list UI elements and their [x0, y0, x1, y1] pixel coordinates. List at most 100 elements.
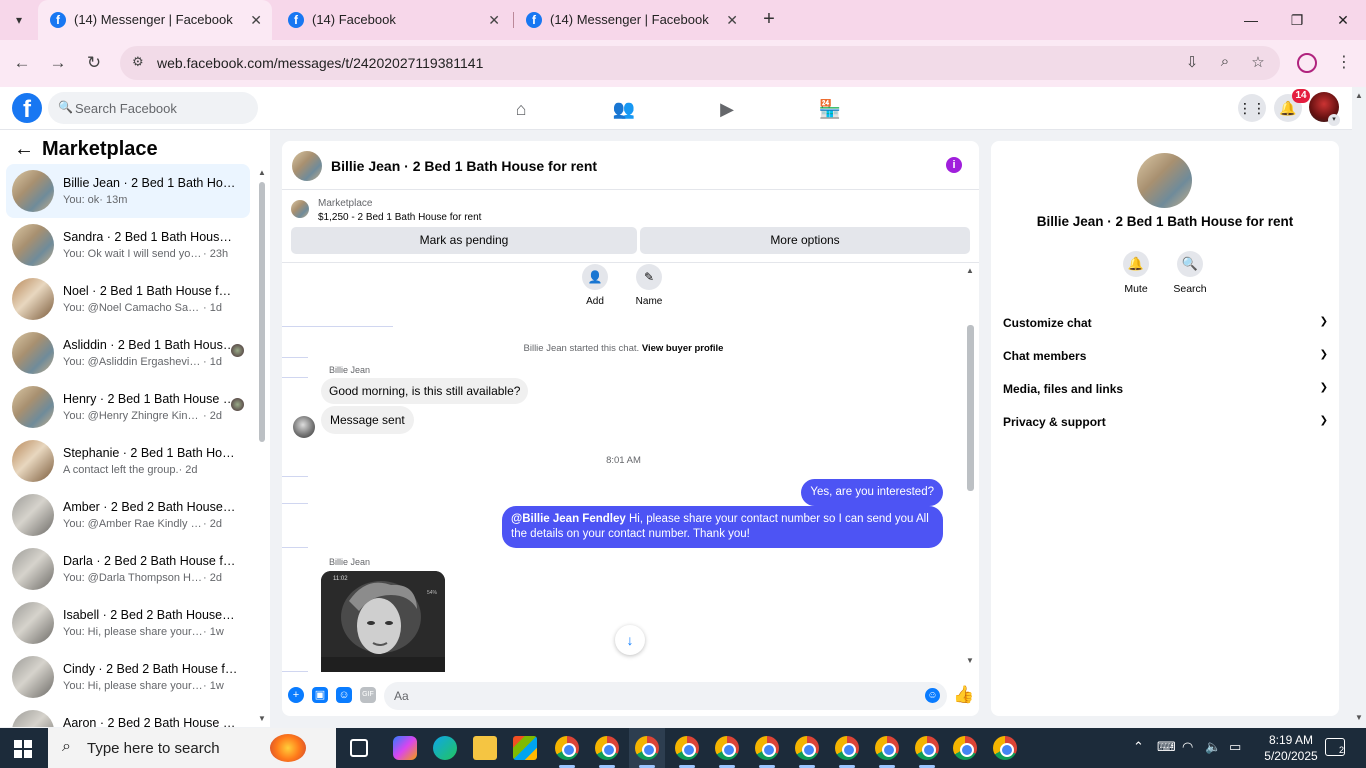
view-buyer-profile-link[interactable]: View buyer profile: [642, 343, 724, 354]
facebook-search[interactable]: 🔍: [48, 92, 258, 124]
menu-grid-icon[interactable]: ⋮⋮: [1238, 94, 1266, 122]
add-people-action[interactable]: 👤 Add: [575, 264, 615, 307]
edit-name-action[interactable]: ✎ Name: [629, 264, 669, 307]
scroll-down-arrow-icon[interactable]: ▼: [1355, 713, 1363, 722]
tab-search-menu-icon[interactable]: ▾: [8, 9, 30, 31]
mention[interactable]: @Billie Jean Fendley: [511, 513, 626, 525]
chrome-window-icon[interactable]: [555, 736, 579, 760]
emoji-icon[interactable]: ☺: [925, 688, 940, 703]
windows-start-icon[interactable]: [14, 740, 32, 758]
chrome-window-icon[interactable]: [635, 736, 659, 760]
edge-icon[interactable]: [433, 736, 457, 760]
battery-icon[interactable]: ▭: [1229, 739, 1241, 755]
install-app-icon[interactable]: ⇩: [1182, 53, 1202, 71]
browser-menu-icon[interactable]: ⋮: [1336, 52, 1352, 72]
gif-icon[interactable]: GIF: [360, 687, 376, 703]
section-chat-members[interactable]: Chat members ❯: [1003, 349, 1328, 369]
search-action[interactable]: 🔍 Search: [1165, 251, 1215, 295]
chat-avatar[interactable]: [292, 151, 322, 181]
reload-button[interactable]: ↻: [83, 52, 105, 74]
search-highlight-icon[interactable]: [270, 734, 306, 762]
browser-profile-icon[interactable]: [1297, 53, 1317, 73]
chat-title[interactable]: Billie Jean · 2 Bed 1 Bath House for ren…: [331, 158, 597, 174]
minimize-window-button[interactable]: —: [1228, 0, 1274, 40]
section-privacy-support[interactable]: Privacy & support ❯: [1003, 415, 1328, 435]
file-explorer-icon[interactable]: [473, 736, 497, 760]
friends-icon[interactable]: 👥: [611, 96, 637, 122]
copilot-icon[interactable]: [393, 736, 417, 760]
browser-tab-messenger-2[interactable]: f (14) Messenger | Facebook ✕: [514, 0, 748, 40]
show-hidden-icons-chevron-icon[interactable]: ⌃: [1133, 739, 1144, 755]
close-tab-icon[interactable]: ✕: [250, 0, 262, 40]
conversation-item[interactable]: Aaron · 2 Bed 2 Bath House for rent: [6, 704, 250, 727]
message-input[interactable]: [394, 682, 914, 710]
conversation-item[interactable]: Asliddin · 2 Bed 1 Bath House for rent Yo…: [6, 326, 250, 380]
site-settings-icon[interactable]: ⚙: [132, 54, 144, 70]
chat-scrollbar[interactable]: ▲ ▼: [966, 264, 975, 666]
message-input-field[interactable]: [384, 682, 947, 710]
browser-tab-facebook[interactable]: f (14) Facebook ✕: [276, 0, 510, 40]
outgoing-message[interactable]: Yes, are you interested?: [801, 479, 943, 506]
chrome-window-icon[interactable]: [993, 736, 1017, 760]
zoom-icon[interactable]: ⌕: [1215, 53, 1235, 70]
input-method-icon[interactable]: ⌨: [1157, 739, 1176, 755]
wifi-icon[interactable]: ◠: [1182, 739, 1193, 755]
task-view-icon[interactable]: [350, 739, 368, 757]
listing-thumbnail[interactable]: [291, 200, 309, 218]
more-actions-plus-icon[interactable]: +: [288, 687, 304, 703]
conversation-item[interactable]: Darla · 2 Bed 2 Bath House for rent You: …: [6, 542, 250, 596]
bookmark-star-icon[interactable]: ☆: [1248, 53, 1268, 71]
listing-title[interactable]: $1,250 - 2 Bed 1 Bath House for rent: [318, 212, 481, 223]
scrollbar-thumb[interactable]: [259, 182, 265, 442]
page-scrollbar[interactable]: ▲ ▼: [1352, 87, 1366, 727]
section-media-files-links[interactable]: Media, files and links ❯: [1003, 382, 1328, 402]
sidebar-scrollbar[interactable]: ▲ ▼: [258, 168, 266, 724]
video-icon[interactable]: ▶: [714, 96, 740, 122]
facebook-logo-icon[interactable]: f: [12, 93, 42, 123]
incoming-message[interactable]: Good morning, is this still available?: [321, 378, 529, 404]
conversation-item[interactable]: Cindy · 2 Bed 2 Bath House for rent You: …: [6, 650, 250, 704]
attach-photo-icon[interactable]: ▣: [312, 687, 328, 703]
chrome-window-icon[interactable]: [915, 736, 939, 760]
scroll-to-bottom-button[interactable]: ↓: [615, 625, 645, 655]
chrome-window-icon[interactable]: [875, 736, 899, 760]
chrome-window-icon[interactable]: [755, 736, 779, 760]
section-customize-chat[interactable]: Customize chat ❯: [1003, 316, 1328, 336]
sticker-icon[interactable]: ☺: [336, 687, 352, 703]
chevron-down-icon[interactable]: ▾: [1328, 114, 1340, 126]
thumbs-up-like-icon[interactable]: 👍: [953, 685, 974, 705]
volume-icon[interactable]: 🔈: [1205, 739, 1221, 755]
mark-as-pending-button[interactable]: Mark as pending: [291, 227, 637, 254]
home-icon[interactable]: ⌂: [508, 96, 534, 122]
conversation-info-icon[interactable]: i: [946, 157, 962, 173]
taskbar-search-box[interactable]: ⌕ Type here to search: [48, 728, 336, 768]
chrome-window-icon[interactable]: [795, 736, 819, 760]
scroll-down-arrow-icon[interactable]: ▼: [966, 656, 974, 665]
chrome-window-icon[interactable]: [595, 736, 619, 760]
conversation-item[interactable]: Sandra · 2 Bed 1 Bath House for rent You:…: [6, 218, 250, 272]
close-tab-icon[interactable]: ✕: [488, 0, 500, 40]
taskbar-clock[interactable]: 8:19 AM 5/20/2025: [1256, 732, 1326, 764]
incoming-message[interactable]: Message sent: [321, 406, 414, 434]
outgoing-message[interactable]: @Billie Jean Fendley Hi, please share yo…: [502, 506, 943, 548]
scroll-up-arrow-icon[interactable]: ▲: [258, 168, 266, 177]
conversation-item[interactable]: Billie Jean · 2 Bed 1 Bath House for ren…: [6, 164, 250, 218]
chrome-window-icon[interactable]: [835, 736, 859, 760]
scroll-up-arrow-icon[interactable]: ▲: [966, 266, 974, 275]
mute-action[interactable]: 🔔 Mute: [1111, 251, 1161, 295]
new-tab-button[interactable]: +: [758, 8, 780, 30]
conversation-item[interactable]: Stephanie · 2 Bed 1 Bath House for rent A…: [6, 434, 250, 488]
forward-button[interactable]: →: [47, 52, 69, 74]
notification-center-icon[interactable]: 2: [1325, 738, 1345, 756]
scroll-down-arrow-icon[interactable]: ▼: [258, 714, 266, 723]
close-window-button[interactable]: ✕: [1320, 0, 1366, 40]
scroll-up-arrow-icon[interactable]: ▲: [1355, 91, 1363, 100]
attached-photo[interactable]: 11:02 54%: [321, 571, 445, 672]
more-options-button[interactable]: More options: [640, 227, 970, 254]
restore-window-button[interactable]: ❐: [1274, 0, 1320, 40]
close-tab-icon[interactable]: ✕: [726, 0, 738, 40]
chrome-window-icon[interactable]: [953, 736, 977, 760]
conversation-item[interactable]: Henry · 2 Bed 1 Bath House for rent You: …: [6, 380, 250, 434]
conversation-item[interactable]: Noel · 2 Bed 1 Bath House for rent You: @…: [6, 272, 250, 326]
marketplace-icon[interactable]: 🏪: [817, 96, 843, 122]
